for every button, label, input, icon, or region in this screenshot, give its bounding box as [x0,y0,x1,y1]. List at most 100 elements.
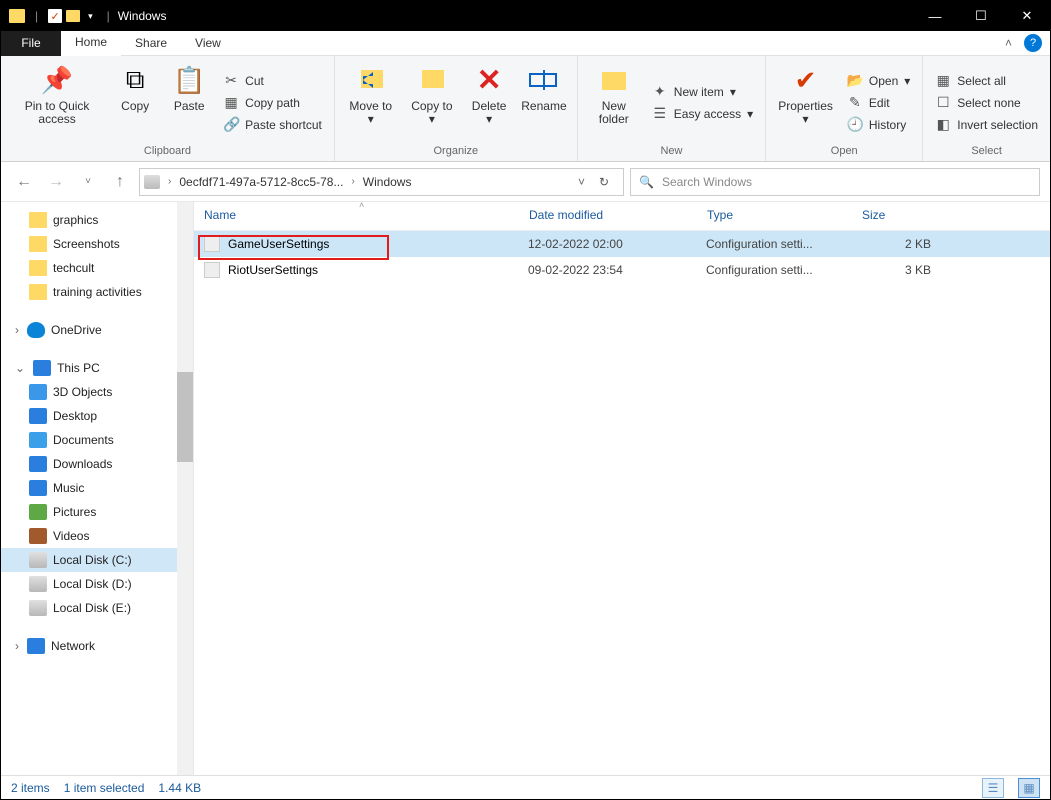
tab-home[interactable]: Home [61,31,121,56]
document-icon [29,432,47,448]
tree-downloads[interactable]: Downloads [1,452,193,476]
column-type[interactable]: Type [707,208,862,222]
tree-network[interactable]: ›Network [1,634,193,658]
column-name[interactable]: Name [204,208,529,222]
delete-button[interactable]: ✕ Delete▾ [465,60,513,143]
file-type: Configuration setti... [706,263,861,277]
select-all-button[interactable]: ▦Select all [931,71,1042,90]
sidebar-scrollbar[interactable] [177,202,193,775]
group-label-clipboard: Clipboard [9,143,326,161]
breadcrumb-seg1[interactable]: 0ecfdf71-497a-5712-8cc5-78... [175,175,347,189]
tree-desktop[interactable]: Desktop [1,404,193,428]
tree-music[interactable]: Music [1,476,193,500]
tree-diskc[interactable]: Local Disk (C:) [1,548,193,572]
tree-screenshots[interactable]: Screenshots [1,232,193,256]
help-icon[interactable]: ? [1024,34,1042,52]
easy-access-button[interactable]: ☰Easy access ▾ [648,104,757,123]
cut-button[interactable]: ✂Cut [219,71,326,90]
collapse-icon[interactable]: ⌄ [15,361,25,375]
status-item-count: 2 items [11,781,50,795]
file-type: Configuration setti... [706,237,861,251]
newfolder-icon [598,64,630,96]
minimize-button[interactable]: — [912,1,958,31]
search-placeholder: Search Windows [662,175,752,189]
highlight-annotation [198,235,389,260]
group-label-open: Open [774,143,914,161]
tree-training[interactable]: training activities [1,280,193,304]
folder-icon [29,236,47,252]
quick-dropdown-icon[interactable]: ▾ [88,11,93,22]
group-label-new: New [586,143,757,161]
new-item-button[interactable]: ✦New item ▾ [648,82,757,101]
music-icon [29,480,47,496]
pasteshort-icon: 🔗 [223,116,239,133]
ribbon: 📌 Pin to Quick access ⧉ Copy 📋 Paste ✂Cu… [1,56,1050,162]
refresh-button[interactable]: ↻ [589,175,619,189]
file-list-pane: Name Date modified Type Size ˄ GameUserS… [194,202,1050,775]
rename-button[interactable]: Rename [519,60,569,143]
select-none-button[interactable]: ☐Select none [931,93,1042,112]
paste-shortcut-button[interactable]: 🔗Paste shortcut [219,115,326,134]
column-size[interactable]: Size [862,208,942,222]
copy-button[interactable]: ⧉ Copy [111,60,159,143]
move-to-button[interactable]: Move to ▾ [343,60,399,143]
new-folder-button[interactable]: New folder [586,60,642,143]
tree-onedrive[interactable]: ›OneDrive [1,318,193,342]
history-button[interactable]: 🕘History [843,115,914,134]
back-button[interactable]: ← [11,169,37,195]
chevron-icon[interactable]: › [349,176,356,187]
invert-selection-button[interactable]: ◧Invert selection [931,115,1042,134]
tree-diske[interactable]: Local Disk (E:) [1,596,193,620]
recent-locations-button[interactable]: ˅ [75,169,101,195]
search-box[interactable]: 🔍 Search Windows [630,168,1040,196]
selectall-icon: ▦ [935,72,951,89]
quick-properties-icon[interactable]: ✓ [48,9,62,23]
copy-path-button[interactable]: ▦Copy path [219,93,326,112]
tree-pictures[interactable]: Pictures [1,500,193,524]
tree-3dobjects[interactable]: 3D Objects [1,380,193,404]
file-row[interactable]: RiotUserSettings 09-02-2022 23:54 Config… [194,257,1050,283]
column-date[interactable]: Date modified [529,208,707,222]
forward-button[interactable]: → [43,169,69,195]
close-button[interactable]: ✕ [1004,1,1050,31]
paste-button[interactable]: 📋 Paste [165,60,213,143]
tree-videos[interactable]: Videos [1,524,193,548]
status-selected-count: 1 item selected [64,781,145,795]
chevron-icon[interactable]: › [166,176,173,187]
edit-button[interactable]: ✎Edit [843,93,914,112]
path-box[interactable]: › 0ecfdf71-497a-5712-8cc5-78... › Window… [139,168,624,196]
tree-graphics[interactable]: graphics [1,208,193,232]
moveto-icon [355,64,387,96]
folder-icon [29,212,47,228]
copy-to-button[interactable]: Copy to ▾ [405,60,460,143]
details-view-button[interactable]: ☰ [982,778,1004,798]
quick-newfolder-icon[interactable] [66,10,80,22]
up-button[interactable]: ↑ [107,169,133,195]
open-button[interactable]: 📂Open ▾ [843,71,914,90]
tree-thispc[interactable]: ⌄This PC [1,356,193,380]
sidebar-scroll-thumb[interactable] [177,372,193,462]
tab-file[interactable]: File [1,31,61,56]
tab-view[interactable]: View [181,31,235,56]
pin-icon: 📌 [41,64,73,96]
path-dropdown-icon[interactable]: ˅ [576,175,587,189]
tab-share[interactable]: Share [121,31,181,56]
navigation-pane: graphics Screenshots techcult training a… [1,202,194,775]
tree-diskd[interactable]: Local Disk (D:) [1,572,193,596]
expand-icon[interactable]: › [15,323,19,337]
copy-icon: ⧉ [119,64,151,96]
tree-techcult[interactable]: techcult [1,256,193,280]
expand-icon[interactable]: › [15,639,19,653]
titlebar: | ✓ ▾ | Windows — ☐ ✕ [1,1,1050,31]
group-organize: Move to ▾ Copy to ▾ ✕ Delete▾ Rename Org… [335,56,578,161]
disk-icon [29,600,47,616]
folder-icon [29,284,47,300]
icons-view-button[interactable]: ▦ [1018,778,1040,798]
properties-button[interactable]: ✔ Properties▾ [774,60,837,143]
group-new: New folder ✦New item ▾ ☰Easy access ▾ Ne… [578,56,766,161]
collapse-ribbon-icon[interactable]: ˄ [997,36,1020,50]
pin-quick-access-button[interactable]: 📌 Pin to Quick access [9,60,105,143]
tree-documents[interactable]: Documents [1,428,193,452]
breadcrumb-seg2[interactable]: Windows [359,175,416,189]
maximize-button[interactable]: ☐ [958,1,1004,31]
